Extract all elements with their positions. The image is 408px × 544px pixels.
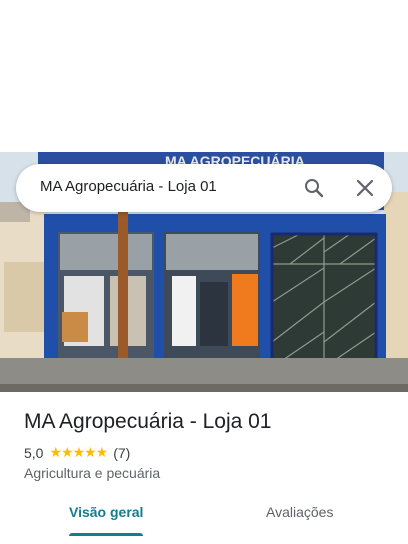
active-tab-indicator	[69, 533, 143, 536]
search-bar[interactable]: MA Agropecuária - Loja 01	[16, 164, 392, 212]
place-title: MA Agropecuária - Loja 01	[24, 410, 272, 433]
place-category: Agricultura e pecuária	[24, 465, 161, 481]
search-input[interactable]: MA Agropecuária - Loja 01	[40, 178, 217, 195]
tab-bar: Visão geral Avaliações	[0, 496, 408, 544]
search-icon[interactable]	[302, 176, 326, 200]
tab-overview[interactable]: Visão geral	[69, 504, 143, 520]
rating-row[interactable]: 5,0 ★★★★★ (7)	[24, 444, 130, 461]
close-icon[interactable]	[353, 176, 377, 200]
star-rating-icon: ★★★★★	[49, 444, 108, 460]
review-count[interactable]: (7)	[113, 445, 130, 461]
tab-reviews[interactable]: Avaliações	[266, 504, 333, 520]
rating-value: 5,0	[24, 444, 44, 461]
